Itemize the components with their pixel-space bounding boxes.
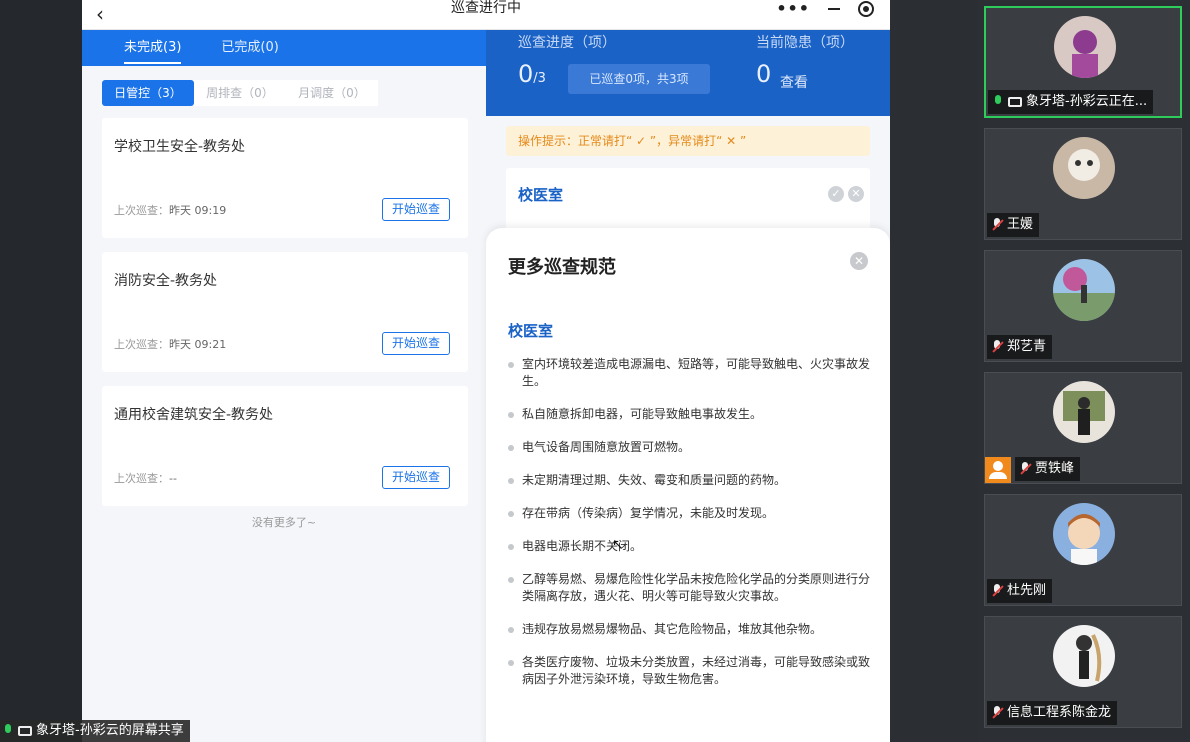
tab-completed[interactable]: 已完成(0) bbox=[221, 30, 278, 66]
inspection-card: 学校卫生安全-教务处 上次巡查：昨天 09:19 开始巡查 bbox=[102, 118, 468, 238]
no-more-text: 没有更多了~ bbox=[251, 516, 317, 529]
card-title: 消防安全-教务处 bbox=[114, 273, 218, 289]
shared-screen: ‹ 巡查进行中 ••• 未完成(3) 已完成(0) 日管控（3） 周排查（0） … bbox=[82, 0, 890, 742]
close-icon[interactable]: ✕ bbox=[850, 252, 868, 270]
inspection-card: 通用校舍建筑安全-教务处 上次巡查：-- 开始巡查 bbox=[102, 386, 468, 506]
participant-name: 杜先刚 bbox=[1007, 583, 1047, 598]
list-item: 私自随意拆卸电器，可能导致触电事故发生。 bbox=[506, 406, 870, 423]
screen-share-label: 象牙塔-孙彩云的屏幕共享 bbox=[0, 720, 190, 742]
task-list-column: 未完成(3) 已完成(0) 日管控（3） 周排查（0） 月调度（0） 学校卫生安… bbox=[82, 30, 486, 742]
page-title: 巡查进行中 bbox=[451, 0, 521, 16]
tab-daily[interactable]: 日管控（3） bbox=[102, 80, 194, 106]
progress-header: 巡查进度（项） 0/3 已巡查0项，共3项 当前隐患（项） 0 查看 bbox=[486, 30, 890, 116]
start-inspection-button[interactable]: 开始巡查 bbox=[382, 466, 450, 489]
participant-tile[interactable]: 杜先刚 bbox=[984, 494, 1182, 606]
window-titlebar: ‹ 巡查进行中 ••• bbox=[82, 0, 890, 30]
tab-incomplete[interactable]: 未完成(3) bbox=[124, 30, 182, 66]
list-item: 电气设备周围随意放置可燃物。 bbox=[506, 439, 870, 456]
participant-tile[interactable]: 信息工程系陈金龙 bbox=[984, 616, 1182, 728]
operation-tip: 操作提示：正常请打“ ✓ ”，异常请打“ ✕ ” bbox=[506, 126, 870, 156]
rules-list: 室内环境较差造成电源漏电、短路等，可能导致触电、火灾事故发生。 私自随意拆卸电器… bbox=[506, 356, 870, 704]
minimize-icon[interactable] bbox=[828, 7, 840, 10]
share-owner-text: 象牙塔-孙彩云的屏幕共享 bbox=[36, 723, 184, 738]
mic-muted-icon bbox=[991, 340, 1003, 354]
mic-muted-icon bbox=[1019, 462, 1031, 476]
progress-pill: 已巡查0项，共3项 bbox=[568, 64, 710, 94]
avatar bbox=[1053, 381, 1115, 443]
mic-icon bbox=[2, 724, 14, 738]
list-item: 存在带病（传染病）复学情况，未能及时发现。 bbox=[506, 505, 870, 522]
status-tabs: 未完成(3) 已完成(0) bbox=[82, 30, 486, 66]
rules-modal: 更多巡查规范 ✕ 校医室 室内环境较差造成电源漏电、短路等，可能导致触电、火灾事… bbox=[486, 228, 890, 742]
conference-background-left bbox=[0, 0, 82, 742]
avatar bbox=[1053, 137, 1115, 199]
view-hazards-link[interactable]: 查看 bbox=[780, 72, 808, 92]
section-title: 校医室 bbox=[508, 322, 554, 340]
list-item: 未定期清理过期、失效、霉变和质量问题的药物。 bbox=[506, 472, 870, 489]
list-item: 室内环境较差造成电源漏电、短路等，可能导致触电、火灾事故发生。 bbox=[506, 356, 870, 390]
host-person-icon bbox=[985, 457, 1011, 483]
start-inspection-button[interactable]: 开始巡查 bbox=[382, 332, 450, 355]
list-item: 乙醇等易燃、易爆危险性化学品未按危险化学品的分类原则进行分类隔离存放，遇火花、明… bbox=[506, 571, 870, 605]
mic-muted-icon bbox=[991, 706, 1003, 720]
last-inspection: 上次巡查：昨天 09:19 bbox=[114, 204, 227, 217]
participant-name: 象牙塔-孙彩云正在... bbox=[1026, 94, 1148, 109]
tab-weekly[interactable]: 周排查（0） bbox=[194, 80, 286, 106]
frequency-tabs: 日管控（3） 周排查（0） 月调度（0） bbox=[102, 80, 378, 106]
screen-share-icon bbox=[18, 726, 32, 736]
participant-name: 贾铁峰 bbox=[1035, 461, 1075, 476]
list-item: 电器电源长期不关闭。 bbox=[506, 538, 870, 555]
participant-tile[interactable]: 贾铁峰 bbox=[984, 372, 1182, 484]
participant-tile[interactable]: 郑艺青 bbox=[984, 250, 1182, 362]
screen-share-icon bbox=[1008, 97, 1022, 107]
progress-value: 0/3 bbox=[518, 60, 546, 88]
start-inspection-button[interactable]: 开始巡查 bbox=[382, 198, 450, 221]
last-inspection: 上次巡查：-- bbox=[114, 472, 177, 485]
list-item: 违规存放易燃易爆物品、其它危险物品，堆放其他杂物。 bbox=[506, 621, 870, 638]
hazard-label: 当前隐患（项） bbox=[756, 35, 854, 51]
mic-muted-icon bbox=[991, 584, 1003, 598]
mic-icon bbox=[992, 95, 1004, 109]
last-inspection: 上次巡查：昨天 09:21 bbox=[114, 338, 227, 351]
target-icon[interactable] bbox=[858, 0, 874, 17]
room-title: 校医室 bbox=[518, 186, 564, 204]
avatar bbox=[1053, 259, 1115, 321]
cross-icon[interactable]: ✕ bbox=[848, 186, 864, 202]
participant-name: 郑艺青 bbox=[1007, 339, 1047, 354]
check-icon[interactable]: ✓ bbox=[828, 186, 844, 202]
modal-title: 更多巡查规范 bbox=[508, 257, 616, 278]
mouse-cursor-icon: ↖ bbox=[612, 537, 624, 553]
inspection-card: 消防安全-教务处 上次巡查：昨天 09:21 开始巡查 bbox=[102, 252, 468, 372]
progress-label: 巡查进度（项） bbox=[518, 35, 616, 51]
card-title: 学校卫生安全-教务处 bbox=[114, 139, 246, 155]
card-title: 通用校舍建筑安全-教务处 bbox=[114, 407, 274, 423]
avatar bbox=[1054, 16, 1116, 78]
mic-muted-icon bbox=[991, 218, 1003, 232]
tab-monthly[interactable]: 月调度（0） bbox=[286, 80, 378, 106]
participant-tile[interactable]: 象牙塔-孙彩云正在... bbox=[984, 6, 1182, 118]
conference-background-gap bbox=[890, 0, 978, 742]
more-dots-icon[interactable]: ••• bbox=[776, 0, 810, 18]
participant-tile[interactable]: 王媛 bbox=[984, 128, 1182, 240]
participant-name: 信息工程系陈金龙 bbox=[1007, 705, 1112, 720]
avatar bbox=[1053, 625, 1115, 687]
participant-name: 王媛 bbox=[1007, 217, 1034, 232]
hazard-value: 0 bbox=[756, 60, 772, 88]
avatar bbox=[1053, 503, 1115, 565]
list-item: 各类医疗废物、垃圾未分类放置，未经过消毒，可能导致感染或致病因子外泄污染环境，导… bbox=[506, 654, 870, 688]
